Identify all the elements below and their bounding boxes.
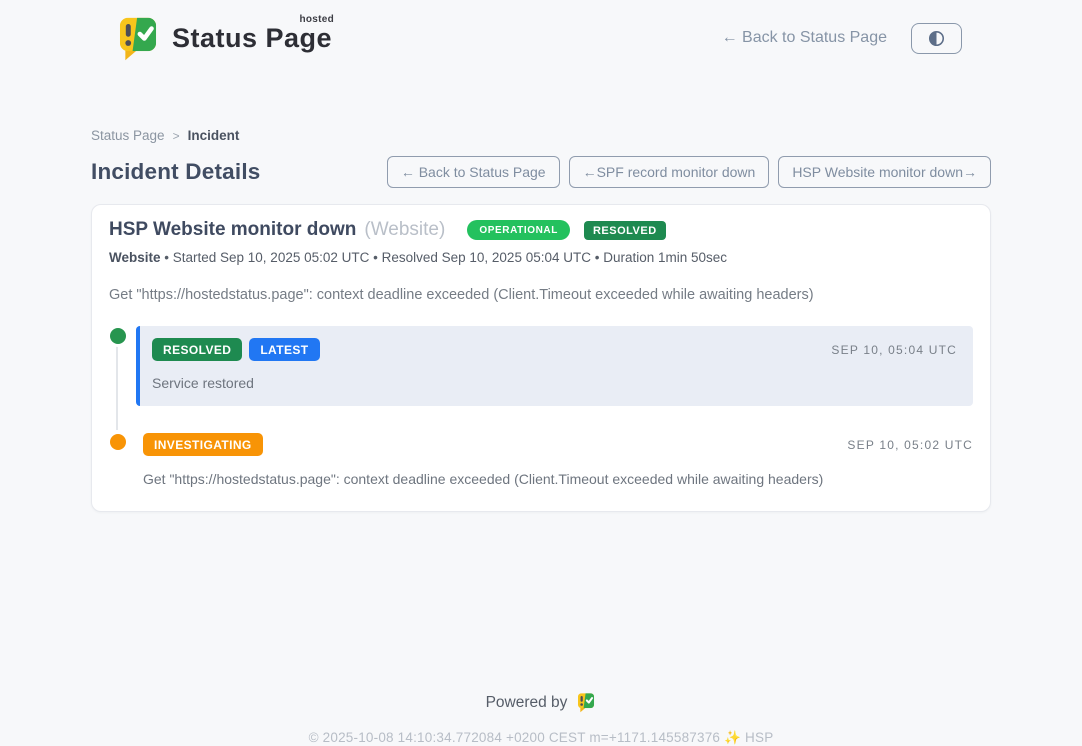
breadcrumb-incident: Incident: [188, 128, 240, 143]
timeline-entry-resolved: RESOLVED LATEST SEP 10, 05:04 UTC Servic…: [110, 326, 973, 406]
resolved-status-badge: RESOLVED: [584, 221, 666, 240]
incident-nav-buttons: ← Back to Status Page ←SPF record monito…: [387, 156, 991, 188]
header-back-to-status-page-link[interactable]: ← Back to Status Page: [722, 29, 887, 47]
incident-card: HSP Website monitor down (Website) OPERA…: [91, 204, 991, 512]
copyright-text: © 2025-10-08 14:10:34.772084 +0200 CEST …: [91, 730, 991, 746]
timeline-timestamp: SEP 10, 05:04 UTC: [831, 343, 957, 357]
status-page-bubble-icon: [116, 15, 160, 62]
resolved-badge: RESOLVED: [152, 338, 242, 361]
timeline-entry-investigating: INVESTIGATING SEP 10, 05:02 UTC Get "htt…: [110, 432, 973, 487]
breadcrumb: Status Page > Incident: [91, 128, 991, 143]
operational-status-badge: OPERATIONAL: [467, 220, 570, 240]
timeline-message: Get "https://hostedstatus.page": context…: [143, 471, 973, 487]
previous-incident-button[interactable]: ←SPF record monitor down: [569, 156, 770, 188]
main-content: Status Page > Incident Incident Details …: [91, 128, 991, 746]
timeline-message: Service restored: [152, 375, 957, 391]
logo-hosted-label: hosted: [299, 14, 334, 25]
logo-title: Status Page: [172, 23, 332, 53]
timeline-timestamp: SEP 10, 05:02 UTC: [847, 438, 973, 452]
hsp-mini-logo-icon: [576, 692, 596, 713]
back-to-status-page-button[interactable]: ← Back to Status Page: [387, 156, 560, 188]
incident-meta-details: • Started Sep 10, 2025 05:02 UTC • Resol…: [161, 250, 728, 265]
timeline-dot-investigating-icon: [110, 434, 126, 450]
incident-service-name: Website: [109, 250, 161, 265]
theme-toggle-button[interactable]: [911, 23, 962, 54]
investigating-badge: INVESTIGATING: [143, 433, 263, 456]
incident-description: Get "https://hostedstatus.page": context…: [109, 287, 973, 303]
incident-meta: Website • Started Sep 10, 2025 05:02 UTC…: [109, 250, 973, 265]
next-incident-button[interactable]: HSP Website monitor down→: [778, 156, 991, 188]
breadcrumb-separator: >: [173, 129, 180, 143]
footer: Powered by © 2025-10-08 14:10:34.772084 …: [91, 692, 991, 746]
page-title: Incident Details: [91, 159, 261, 185]
breadcrumb-status-page[interactable]: Status Page: [91, 128, 165, 143]
latest-badge: LATEST: [249, 338, 319, 361]
powered-by-link[interactable]: Powered by: [91, 692, 991, 713]
incident-timeline: RESOLVED LATEST SEP 10, 05:04 UTC Servic…: [109, 326, 973, 487]
timeline-dot-resolved-icon: [110, 328, 126, 344]
app-logo[interactable]: Status Page hosted: [116, 15, 332, 62]
incident-scope: (Website): [364, 219, 445, 241]
powered-by-label: Powered by: [486, 694, 568, 712]
incident-title: HSP Website monitor down: [109, 219, 356, 241]
header: Status Page hosted ← Back to Status Page: [0, 0, 1082, 64]
contrast-half-circle-icon: [927, 29, 946, 48]
